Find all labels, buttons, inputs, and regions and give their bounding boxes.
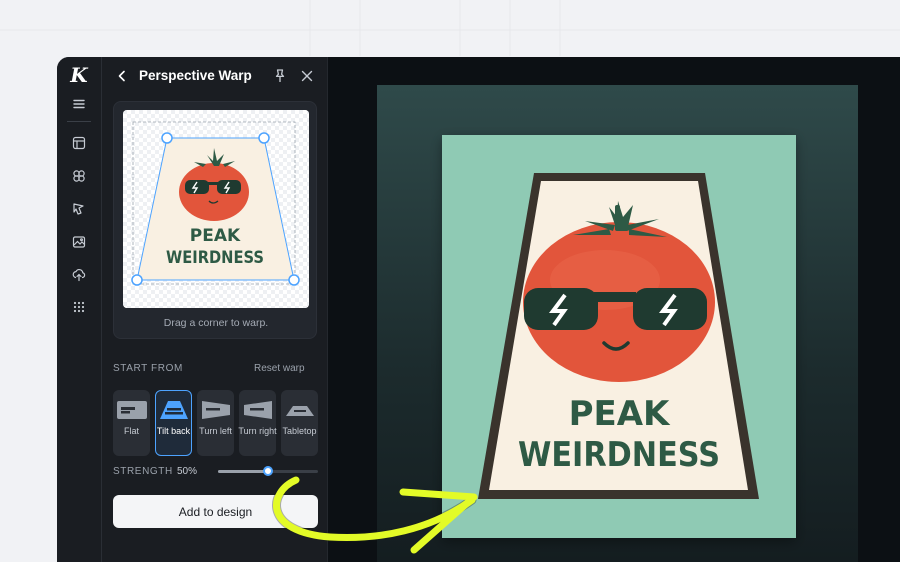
preset-label: Tilt back [156,426,191,436]
add-to-design-button[interactable]: Add to design [113,495,318,528]
upload-icon[interactable] [66,262,92,288]
apps-icon[interactable] [66,294,92,320]
photos-icon[interactable] [66,229,92,255]
brand-logo[interactable]: K [65,62,93,88]
panel-header: Perspective Warp [102,57,328,95]
poster-text-line1: PEAK [569,394,671,434]
artboard[interactable]: PEAK WEIRDNESS [377,85,858,562]
panel-title: Perspective Warp [139,68,252,83]
tabletop-preset-icon [285,406,314,416]
perspective-warp-panel: Perspective Warp PEAK WEIRDNESS Drag a c… [102,57,328,562]
preview-hint: Drag a corner to warp. [163,317,269,329]
preset-flat[interactable]: Flat [113,390,150,456]
slider-thumb[interactable] [263,466,273,476]
preset-label: Turn left [199,426,232,436]
pin-icon[interactable] [272,68,288,84]
strength-slider[interactable] [218,466,318,476]
start-from-label: START FROM [113,363,183,374]
warp-preview[interactable]: PEAK WEIRDNESS [123,110,309,308]
slider-fill [218,470,268,473]
corner-handle-bottom-right[interactable] [288,274,300,286]
tilt-back-preset-icon [159,401,188,419]
preset-group: Flat Tilt back Turn left Turn right Tabl… [113,390,319,456]
preset-label: Tabletop [282,426,317,436]
strength-value: 50% [177,466,198,477]
flat-preset-icon [116,401,147,419]
preset-turn-right[interactable]: Turn right [238,390,277,456]
preset-label: Flat [123,426,139,436]
magic-icon[interactable] [66,196,92,222]
back-chevron-icon[interactable] [114,68,130,84]
strength-label: STRENGTH [113,466,173,477]
turn-right-preset-icon [243,401,272,419]
design-canvas: PEAK WEIRDNESS [328,57,900,562]
turn-left-preset-icon [201,401,230,419]
preset-label: Turn right [238,426,277,436]
tool-rail: K [57,57,102,562]
rail-divider [67,121,91,122]
warp-preview-card: PEAK WEIRDNESS Drag a corner to warp. [113,101,317,339]
preset-tabletop[interactable]: Tabletop [281,390,318,456]
corner-handle-bottom-left[interactable] [131,274,143,286]
preset-tilt-back[interactable]: Tilt back [155,390,192,456]
reset-warp-link[interactable]: Reset warp [254,363,305,374]
elements-icon[interactable] [66,163,92,189]
corner-handle-top-right[interactable] [258,132,270,144]
editor-window: K Perspective Warp PEAK WEIRDNESS Drag a… [57,57,900,562]
corner-handle-top-left[interactable] [161,132,173,144]
templates-icon[interactable] [66,130,92,156]
close-icon[interactable] [299,68,315,84]
preview-text-line2: WEIRDNESS [166,248,264,268]
preview-text-line1: PEAK [190,226,241,246]
poster-text-line2: WEIRDNESS [518,435,720,475]
menu-icon[interactable] [66,91,92,117]
preset-turn-left[interactable]: Turn left [197,390,234,456]
